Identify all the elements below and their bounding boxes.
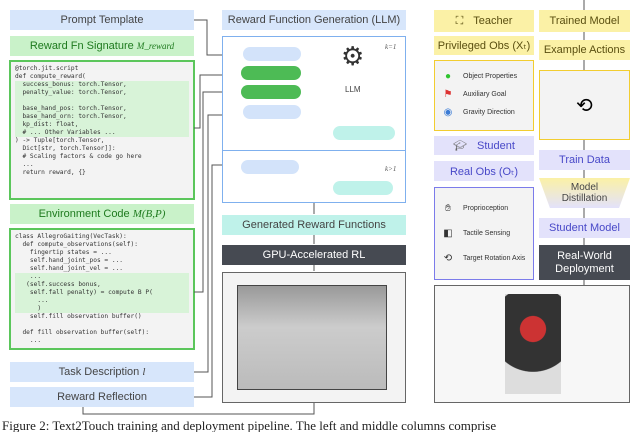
train-data-box: Train Data xyxy=(539,150,630,170)
privileged-obs-list: ● Object Properties ⚑ Auxiliary Goal ◉ Grav… xyxy=(434,60,534,131)
student-box: 🎓︎ Student xyxy=(434,136,534,155)
task-bubble xyxy=(243,105,301,119)
train-data-label: Train Data xyxy=(559,154,610,166)
simulation-image xyxy=(237,285,387,390)
student-label: Student xyxy=(477,139,515,152)
obs-label: Object Properties xyxy=(463,72,518,80)
llm-dialog-k1: ⚙ LLM k=1 xyxy=(222,36,406,151)
teacher-icon: ⛶ xyxy=(455,14,464,27)
globe-icon: ◉ xyxy=(443,106,453,118)
brain-chip-icon: ⚙ xyxy=(341,41,365,71)
real-obs-label: Real Obs (Oₜ) xyxy=(449,165,519,178)
example-actions-label: Example Actions xyxy=(543,44,626,56)
obs-tactile: ◧ Tactile Sensing xyxy=(439,221,529,246)
env-code-bubble xyxy=(241,85,301,99)
obs-rotation-axis: ⟲ Target Rotation Axis xyxy=(439,246,529,271)
real-obs-box: Real Obs (Oₜ) xyxy=(434,161,534,181)
obs-label: Proprioception xyxy=(463,205,509,212)
graduation-cap-icon: 🎓︎ xyxy=(453,140,468,152)
generated-rewards-label: Generated Reward Functions xyxy=(242,219,386,231)
llm-dialog-k-gt1: k>1 xyxy=(222,150,406,203)
privileged-obs-label: Privileged Obs (Xₜ) xyxy=(437,40,531,52)
rotation-icon: ⟲ xyxy=(576,95,593,117)
llm-label: LLM xyxy=(345,85,361,94)
llm-title: Reward Function Generation (LLM) xyxy=(227,14,401,26)
reflection-bubble xyxy=(241,160,299,174)
obs-label: Target Rotation Axis xyxy=(463,255,526,262)
deployment-box: Real-World Deployment xyxy=(539,245,630,280)
prompt-bubble xyxy=(243,47,301,61)
k1-label: k=1 xyxy=(385,43,397,51)
trained-model-box: Trained Model xyxy=(539,10,630,32)
response-bubble xyxy=(333,181,393,195)
obs-gravity-direction: ◉ Gravity Direction xyxy=(439,103,529,121)
privileged-obs-box: Privileged Obs (Xₜ) xyxy=(434,36,534,55)
gpu-rl-label: GPU-Accelerated RL xyxy=(262,249,366,261)
obs-object-properties: ● Object Properties xyxy=(439,67,529,85)
simulation-box xyxy=(222,272,406,403)
obs-label: Gravity Direction xyxy=(463,108,515,116)
distillation-box: Model Distillation xyxy=(539,178,630,208)
obs-label: Auxiliary Goal xyxy=(463,90,507,98)
rotation-axis-icon: ⟲ xyxy=(443,253,453,264)
obs-auxiliary-goal: ⚑ Auxiliary Goal xyxy=(439,85,529,103)
tactile-sensor-icon: ◧ xyxy=(443,228,453,239)
response-bubble xyxy=(333,126,395,140)
deployment-label: Real-World Deployment xyxy=(555,249,614,275)
real-robot-photo xyxy=(434,285,630,403)
flag-icon: ⚑ xyxy=(443,88,453,100)
pipeline-figure: Prompt Template Reward Fn Signature M_re… xyxy=(0,0,640,432)
real-obs-list: ✋︎ Proprioception ◧ Tactile Sensing ⟲ Targe… xyxy=(434,187,534,280)
signature-bubble xyxy=(241,66,301,80)
hand-icon: ✋︎ xyxy=(445,203,451,214)
obs-proprioception: ✋︎ Proprioception xyxy=(439,196,529,221)
student-model-label: Student Model xyxy=(549,222,620,234)
robot-hand-image xyxy=(505,294,561,394)
example-actions-image: ⟲ xyxy=(539,70,630,140)
teacher-label: Teacher xyxy=(473,15,513,27)
gpu-rl-box: GPU-Accelerated RL xyxy=(222,245,406,265)
llm-header: Reward Function Generation (LLM) xyxy=(222,10,406,30)
student-model-box: Student Model xyxy=(539,218,630,238)
generated-rewards-box: Generated Reward Functions xyxy=(222,215,406,235)
k-gt1-label: k>1 xyxy=(385,165,397,173)
example-actions-box: Example Actions xyxy=(539,40,630,60)
obs-label: Tactile Sensing xyxy=(463,230,511,237)
teacher-box: ⛶ Teacher xyxy=(434,10,534,32)
green-ball-icon: ● xyxy=(444,70,452,82)
distillation-label: Model Distillation xyxy=(561,182,608,204)
figure-caption: Figure 2: Text2Touch training and deploy… xyxy=(2,418,497,432)
trained-model-label: Trained Model xyxy=(549,15,620,27)
